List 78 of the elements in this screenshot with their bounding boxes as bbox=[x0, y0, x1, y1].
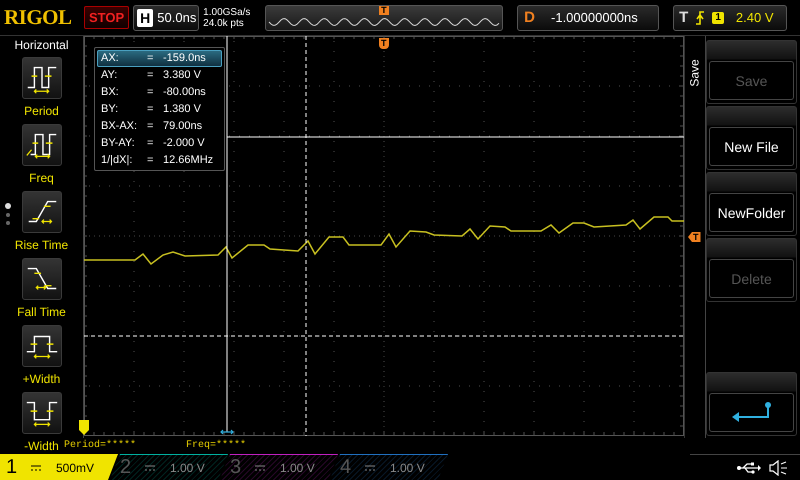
measure-label: Freq bbox=[29, 170, 54, 187]
trigger-position-marker[interactable]: T bbox=[379, 38, 388, 49]
memory-depth: 24.0k pts bbox=[203, 18, 245, 28]
delay-box[interactable]: D -1.00000000ns bbox=[517, 4, 660, 30]
menu-button[interactable]: New File bbox=[709, 127, 794, 166]
channel-scale: 1.00 V bbox=[280, 460, 315, 474]
measure-button[interactable] bbox=[22, 57, 62, 99]
sample-rate: 1.00GSa/s bbox=[203, 6, 252, 18]
trigger-level-marker[interactable]: T bbox=[688, 232, 700, 242]
readout-value: 1.380 V bbox=[163, 102, 201, 117]
channel-scale: 1.00 V bbox=[390, 460, 425, 474]
menu-title: Horizontal bbox=[14, 37, 69, 54]
readout-label: BX: bbox=[101, 85, 120, 100]
trigger-level: 2.40 V bbox=[736, 10, 774, 25]
measure-label: Rise Time bbox=[14, 237, 68, 254]
trigger-label: T bbox=[679, 9, 688, 26]
dc-coupling-icon bbox=[144, 464, 156, 472]
readout-value: 3.380 V bbox=[163, 68, 201, 83]
measure-label: Period bbox=[24, 103, 59, 120]
measure-button[interactable] bbox=[22, 258, 62, 300]
trigger-source-badge: 1 bbox=[712, 12, 724, 24]
readout-value: 12.66MHz bbox=[163, 153, 214, 168]
speaker-icon[interactable] bbox=[768, 460, 788, 476]
readout-value: -2.000 V bbox=[163, 136, 205, 151]
usb-icon bbox=[736, 460, 762, 474]
measure-button[interactable] bbox=[22, 124, 62, 166]
channel-scale: 500mV bbox=[56, 460, 94, 474]
trigger-position-marker: T bbox=[379, 6, 389, 14]
measure-button[interactable] bbox=[22, 191, 62, 233]
dc-coupling-icon bbox=[254, 464, 266, 472]
measure-label: Fall Time bbox=[17, 304, 66, 321]
channel-tab[interactable]: 3 1.00 V bbox=[220, 454, 338, 480]
dc-coupling-icon bbox=[364, 464, 376, 472]
measure-label: -Width bbox=[24, 438, 59, 455]
measure-button[interactable] bbox=[22, 325, 62, 367]
cursor-a-handle-icon[interactable] bbox=[220, 429, 234, 435]
channel-tab[interactable]: 2 1.00 V bbox=[110, 454, 228, 480]
readout-label: 1/|dX|: bbox=[101, 153, 134, 168]
delay-value: -1.00000000ns bbox=[551, 10, 638, 25]
measure-label: +Width bbox=[22, 371, 60, 388]
timebase-value: 50.0ns bbox=[157, 10, 196, 25]
readout-label: BY: bbox=[101, 102, 120, 117]
delay-label: D bbox=[524, 9, 536, 26]
readout-label: BX-AX: bbox=[101, 119, 138, 134]
equals-sign: = bbox=[147, 119, 154, 134]
channel-marker-icon[interactable] bbox=[79, 420, 89, 435]
run-stop-button[interactable]: STOP bbox=[84, 6, 130, 29]
equals-sign: = bbox=[147, 68, 154, 83]
channel-number: 1 bbox=[6, 456, 18, 479]
dc-coupling-icon bbox=[30, 464, 42, 472]
readout-label: AY: bbox=[101, 68, 118, 83]
readout-value: -159.0ns bbox=[163, 51, 206, 66]
equals-sign: = bbox=[147, 51, 154, 66]
readout-label: BY-AY: bbox=[101, 136, 136, 151]
channel-tab[interactable]: 1 500mV bbox=[0, 454, 118, 480]
channel-tab[interactable]: 4 1.00 V bbox=[330, 454, 448, 480]
trigger-box[interactable]: T 1 2.40 V bbox=[673, 4, 788, 30]
channel-scale: 1.00 V bbox=[170, 460, 205, 474]
equals-sign: = bbox=[147, 102, 154, 117]
measurement-result: Period=***** bbox=[64, 438, 136, 453]
timebase-box[interactable]: H 50.0ns bbox=[133, 4, 200, 30]
measure-button[interactable] bbox=[22, 392, 62, 434]
back-button[interactable] bbox=[709, 393, 794, 432]
equals-sign: = bbox=[147, 85, 154, 100]
brand-logo: RIGOL bbox=[4, 5, 73, 30]
rising-edge-icon bbox=[694, 10, 706, 26]
readout-label: AX: bbox=[101, 51, 120, 66]
readout-value: -80.00ns bbox=[163, 85, 206, 100]
equals-sign: = bbox=[147, 136, 154, 151]
equals-sign: = bbox=[147, 153, 154, 168]
channel-number: 4 bbox=[340, 456, 352, 479]
channel-number: 2 bbox=[120, 456, 132, 479]
channel-number: 3 bbox=[230, 456, 242, 479]
menu-title: Save bbox=[688, 59, 702, 87]
timebase-label: H bbox=[137, 8, 154, 26]
measurement-result: Freq=***** bbox=[186, 438, 246, 453]
menu-button[interactable]: NewFolder bbox=[709, 193, 794, 232]
readout-value: 79.00ns bbox=[163, 119, 202, 134]
